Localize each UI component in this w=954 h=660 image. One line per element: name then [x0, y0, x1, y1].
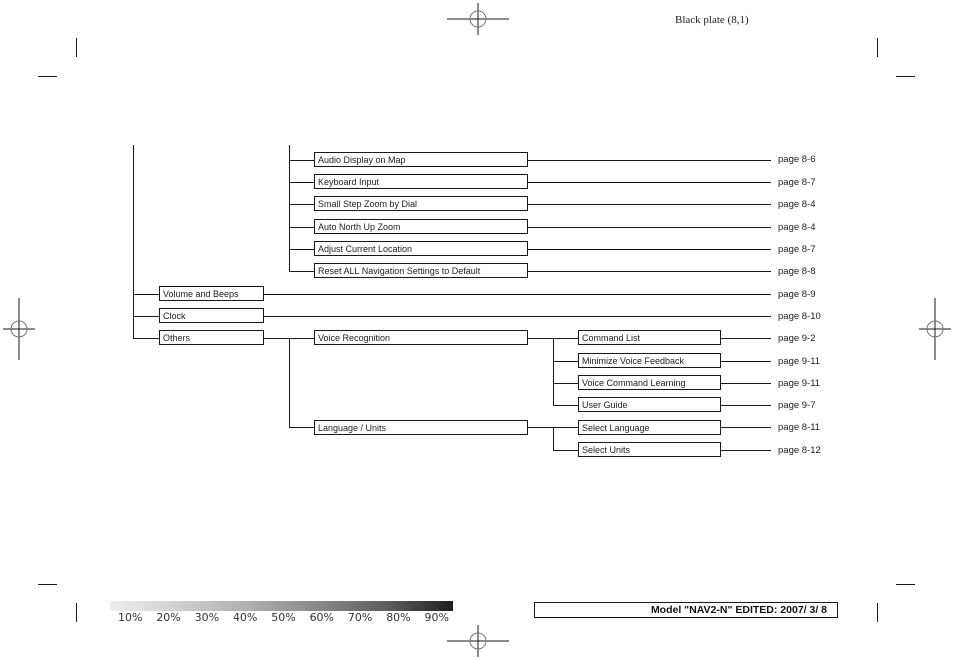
menu-box-voice-recognition[interactable]: Voice Recognition [314, 330, 528, 345]
connector-line [553, 405, 578, 406]
page-reference: page 9-11 [778, 356, 821, 367]
page-reference: page 8-4 [778, 199, 816, 210]
menu-box-clock[interactable]: Clock [159, 308, 264, 323]
page-reference: page 8-7 [778, 177, 816, 188]
leader-line [528, 160, 771, 161]
crop-mark [896, 584, 915, 585]
menu-box-volume-and-beeps[interactable]: Volume and Beeps [159, 286, 264, 301]
menu-box-auto-north-up-zoom[interactable]: Auto North Up Zoom [314, 219, 528, 234]
crop-mark [38, 76, 57, 77]
page-reference: page 8-7 [778, 244, 816, 255]
menu-box-adjust-current-location[interactable]: Adjust Current Location [314, 241, 528, 256]
scale-label: 70% [347, 611, 373, 624]
connector-line [289, 160, 314, 161]
connector-line [289, 204, 314, 205]
connector-line [289, 227, 314, 228]
menu-box-keyboard-input[interactable]: Keyboard Input [314, 174, 528, 189]
menu-box-command-list[interactable]: Command List [578, 330, 721, 345]
leader-line [721, 405, 771, 406]
leader-line [528, 182, 771, 183]
menu-box-reset-all-navigation[interactable]: Reset ALL Navigation Settings to Default [314, 263, 528, 278]
crop-mark [877, 38, 878, 57]
crop-mark [76, 38, 77, 57]
others-branch-line [289, 338, 290, 428]
page-reference: page 8-4 [778, 222, 816, 233]
connector-line [133, 316, 159, 317]
menu-box-select-language[interactable]: Select Language [578, 420, 721, 435]
registration-mark-bottom [447, 625, 509, 657]
connector-line [553, 450, 578, 451]
tree-trunk-line [133, 145, 134, 339]
scale-label: 30% [194, 611, 220, 624]
leader-line [721, 427, 771, 428]
menu-box-small-step-zoom[interactable]: Small Step Zoom by Dial [314, 196, 528, 211]
gray-scale-bar [110, 601, 453, 611]
leader-line [528, 249, 771, 250]
connector-line [289, 249, 314, 250]
page-reference: page 8-10 [778, 311, 821, 322]
registration-mark-left [3, 298, 35, 360]
leader-line [721, 383, 771, 384]
leader-line [264, 316, 771, 317]
scale-label: 80% [386, 611, 411, 624]
connector-line [289, 182, 314, 183]
scale-label: 50% [271, 611, 296, 624]
page-reference: page 8-11 [778, 422, 821, 433]
connector-line [553, 361, 578, 362]
language-branch-line [553, 427, 554, 450]
connector-line [289, 427, 314, 428]
leader-line [528, 227, 771, 228]
connector-line [289, 271, 314, 272]
plate-label: Black plate (8,1) [675, 14, 749, 26]
menu-box-select-units[interactable]: Select Units [578, 442, 721, 457]
menu-box-minimize-voice-feedback[interactable]: Minimize Voice Feedback [578, 353, 721, 368]
scale-label: 10% [118, 611, 143, 624]
page-reference: page 8-9 [778, 289, 816, 300]
menu-box-voice-command-learning[interactable]: Voice Command Learning [578, 375, 721, 390]
registration-mark-top [447, 3, 509, 35]
scale-label: 60% [309, 611, 335, 624]
model-edited-info: Model "NAV2-N" EDITED: 2007/ 3/ 8 [534, 602, 838, 618]
connector-line [553, 383, 578, 384]
leader-line [528, 204, 771, 205]
menu-box-audio-display-on-map[interactable]: Audio Display on Map [314, 152, 528, 167]
leader-line [528, 271, 771, 272]
leader-line [721, 450, 771, 451]
page-reference: page 8-6 [778, 154, 816, 165]
leader-line [721, 338, 771, 339]
leader-line [721, 361, 771, 362]
crop-mark [38, 584, 57, 585]
crop-mark [877, 603, 878, 622]
connector-line [133, 338, 159, 339]
menu-box-others[interactable]: Others [159, 330, 264, 345]
scale-label: 20% [156, 611, 181, 624]
registration-mark-right [919, 298, 951, 360]
leader-line [264, 294, 771, 295]
voice-branch-line [553, 338, 554, 406]
menu-box-user-guide[interactable]: User Guide [578, 397, 721, 412]
page-reference: page 8-12 [778, 445, 821, 456]
scale-label: 40% [232, 611, 258, 624]
crop-mark [76, 603, 77, 622]
crop-mark [896, 76, 915, 77]
scale-label: 90% [424, 611, 449, 624]
connector-line [133, 294, 159, 295]
page-reference: page 9-2 [778, 333, 816, 344]
navigation-branch-line [289, 145, 290, 272]
page-reference: page 9-7 [778, 400, 816, 411]
page-reference: page 8-8 [778, 266, 816, 277]
menu-box-language-units[interactable]: Language / Units [314, 420, 528, 435]
page-reference: page 9-11 [778, 378, 821, 389]
gray-scale-labels: 10% 20% 30% 40% 50% 60% 70% 80% 90% [110, 611, 455, 624]
